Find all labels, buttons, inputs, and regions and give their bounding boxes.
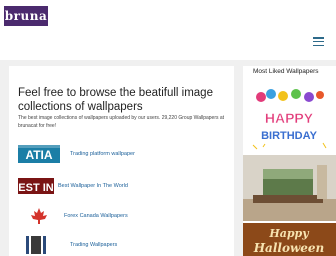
sidebar-title: Most Liked Wallpapers [253,68,319,75]
svg-text:BIRTHDAY: BIRTHDAY [261,130,317,142]
sidebar: Most Liked Wallpapers HAPPY BIRTHDAY Hap… [243,66,336,256]
main-content: Feel free to browse the beatifull image … [9,66,234,256]
list-item[interactable]: EST IN Best Wallpaper In The World [18,177,228,195]
svg-text:Halloween: Halloween [253,241,325,255]
list-item[interactable]: ATIA Trading platform wallpaper [18,145,228,163]
svg-text:EST IN: EST IN [18,182,54,194]
svg-text:Happy: Happy [268,227,310,240]
intro-text: The best image collections of wallpapers… [18,115,225,129]
birthday-wallpaper[interactable]: HAPPY BIRTHDAY [243,87,336,151]
wallpaper-link[interactable]: Trading platform wallpaper [70,151,135,157]
wallpaper-thumbnail[interactable] [18,236,60,254]
page-headline: Feel free to browse the beatifull image … [18,87,213,113]
halloween-wallpaper[interactable]: Happy Halloween [243,223,336,256]
hamburger-menu-icon[interactable] [313,37,324,46]
svg-text:ATIA: ATIA [25,148,52,162]
wallpaper-link[interactable]: Best Wallpaper In The World [58,183,128,189]
maple-leaf-icon[interactable] [18,207,60,225]
room-wallpaper[interactable] [243,155,336,221]
site-logo[interactable]: bruna [4,6,48,26]
wallpaper-link[interactable]: Trading Wallpapers [70,242,117,248]
wallpaper-thumbnail[interactable]: EST IN [18,177,54,195]
site-header: bruna [0,0,336,60]
svg-text:HAPPY: HAPPY [265,110,314,126]
wallpaper-thumbnail[interactable]: ATIA [18,145,60,163]
list-item[interactable]: Forex Canada Wallpapers [18,207,228,225]
wallpaper-link[interactable]: Forex Canada Wallpapers [64,213,128,219]
list-item[interactable]: Trading Wallpapers [18,236,228,254]
